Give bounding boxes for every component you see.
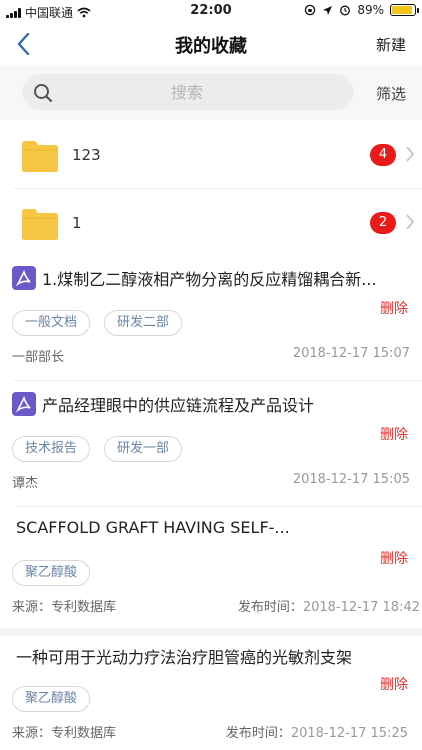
new-button[interactable]: 新建 [376,34,406,55]
divider [14,380,422,381]
tag: 研发一部 [104,436,183,462]
item-time: 2018-12-17 15:07 [292,346,410,361]
item-publish-time: 发布时间：2018-12-17 18:42 [238,596,420,615]
list-item[interactable]: 产品经理眼中的供应链流程及产品设计 技术报告 研发一部 删除 谭杰 2018-1… [0,384,422,504]
page-title: 我的收藏 [175,36,247,57]
alarm-icon [340,5,351,16]
tag: 研发二部 [104,310,183,336]
pdf-icon [12,266,36,290]
divider [14,188,422,189]
tag-list: 技术报告 研发一部 [12,436,183,462]
folder-count-badge: 2 [370,212,396,234]
folder-row[interactable]: 123 4 [0,124,422,190]
delete-button[interactable]: 删除 [380,674,408,694]
delete-button[interactable]: 删除 [380,298,408,318]
item-title: 一种可用于光动力疗法治疗胆管癌的光敏剂支架 [16,648,353,667]
chevron-right-icon [406,146,415,162]
tag-list: 一般文档 研发二部 [12,310,183,336]
item-source: 来源：专利数据库 [12,726,117,741]
list-item[interactable]: 一种可用于光动力疗法治疗胆管癌的光敏剂支架 聚乙醇酸 删除 来源：专利数据库 发… [0,636,422,750]
search-row: 筛选 [0,66,422,120]
folder-name: 1 [72,214,82,232]
item-author: 一部部长 [12,350,65,365]
item-author: 谭杰 [12,476,39,491]
item-time: 2018-12-17 18:42 [302,600,420,615]
location-icon [323,5,333,15]
list-item[interactable]: 1.煤制乙二醇液相产物分离的反应精馏耦合新... 一般文档 研发二部 删除 一部… [0,258,422,378]
folder-name: 123 [72,146,101,164]
item-title: SCAFFOLD GRAFT HAVING SELF-... [16,518,290,537]
publish-label: 发布时间： [237,600,303,615]
tag: 聚乙醇酸 [12,560,91,586]
filter-button[interactable]: 筛选 [376,83,406,104]
list-item[interactable]: SCAFFOLD GRAFT HAVING SELF-... 聚乙醇酸 删除 来… [0,510,422,626]
tag: 技术报告 [12,436,91,462]
search-box[interactable] [22,74,354,110]
delete-button[interactable]: 删除 [380,548,408,568]
item-time: 2018-12-17 15:25 [290,726,408,741]
battery-percent: 89% [357,3,384,17]
status-bar: 中国联通 22:00 89% [0,0,422,22]
tag-list: 聚乙醇酸 [12,560,91,586]
tag-list: 聚乙醇酸 [12,686,91,712]
section-separator [0,628,422,636]
orientation-lock-icon [305,4,316,16]
search-input[interactable] [62,74,312,110]
search-icon [34,84,53,103]
divider [14,506,422,507]
folder-row[interactable]: 1 2 [0,192,422,258]
chevron-right-icon [406,214,415,230]
delete-button[interactable]: 删除 [380,424,408,444]
folder-icon [22,209,58,240]
battery-icon [390,4,419,16]
folder-count-badge: 4 [370,144,396,166]
status-right: 89% [304,3,419,17]
publish-label: 发布时间： [225,726,291,741]
nav-bar: 我的收藏 新建 [0,22,422,66]
tag: 一般文档 [12,310,91,336]
item-title: 1.煤制乙二醇液相产物分离的反应精馏耦合新... [42,270,377,289]
item-title: 产品经理眼中的供应链流程及产品设计 [42,396,315,415]
item-time: 2018-12-17 15:05 [292,472,410,487]
pdf-icon [12,392,36,416]
item-publish-time: 发布时间：2018-12-17 15:25 [226,722,408,741]
folder-icon [22,141,58,172]
battery-fill [392,6,412,14]
tag: 聚乙醇酸 [12,686,91,712]
item-source: 来源：专利数据库 [12,600,117,615]
